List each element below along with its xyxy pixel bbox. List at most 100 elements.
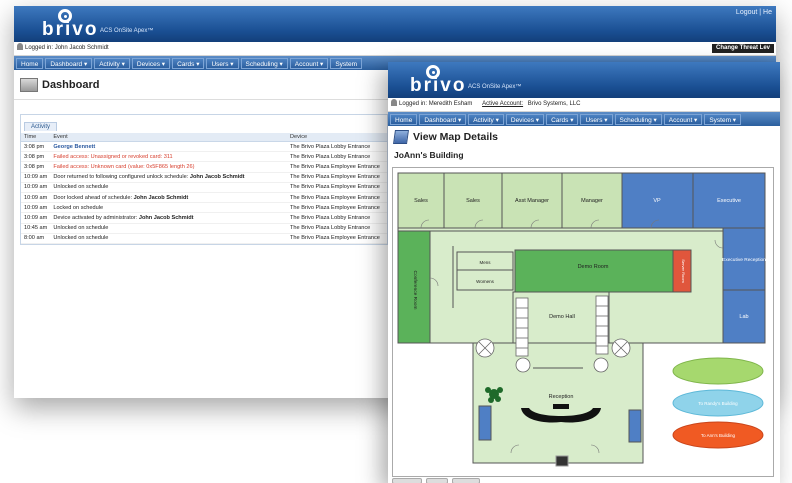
nav-dashboard[interactable]: Dashboard ▾	[419, 113, 467, 125]
table-header-row: Time Event Device	[21, 133, 387, 142]
nav-scheduling[interactable]: Scheduling ▾	[614, 113, 662, 125]
nav-system[interactable]: System	[330, 57, 362, 69]
row-device: The Brivo Plaza Employee Entrance	[287, 202, 387, 214]
table-row[interactable]: 10:45 am Unlocked on schedule The Brivo Pl…	[21, 223, 387, 234]
nav-account[interactable]: Account ▾	[663, 113, 703, 125]
user-icon	[17, 43, 23, 50]
row-event: Failed access: Unassigned or revoked car…	[50, 151, 287, 163]
footer-button-1[interactable]	[392, 478, 422, 483]
header-bar: brivo ACS OnSite Apex™	[388, 62, 780, 98]
nav-activity[interactable]: Activity ▾	[468, 113, 504, 125]
row-event-text: Door locked ahead of schedule:	[53, 194, 134, 201]
table-row[interactable]: 10:09 am Device activated by administrato…	[21, 212, 387, 224]
row-event-text: Unlocked on schedule	[53, 225, 109, 232]
label-mens: Mens	[479, 260, 491, 265]
row-event: Door locked ahead of schedule: John Jaco…	[50, 192, 287, 204]
row-time: 3:08 pm	[21, 161, 51, 173]
label-executive: Executive	[717, 198, 741, 204]
brivo-logo: brivo	[410, 75, 467, 96]
label-asst-manager: Asst Manager	[515, 198, 549, 204]
page-header: View Map Details	[388, 126, 780, 148]
table-row[interactable]: 10:09 am Door locked ahead of schedule: J…	[21, 192, 387, 204]
label-vp: VP	[653, 198, 661, 204]
user-bar: Logged in: John Jacob Schmidt Change Thr…	[14, 42, 776, 56]
activity-table: Time Event Device 3:08 pm George Bennett T…	[21, 133, 387, 244]
active-account-label: Active Account:	[482, 101, 524, 107]
tagline: ACS OnSite Apex™	[468, 84, 522, 90]
nav-scheduling[interactable]: Scheduling ▾	[240, 57, 288, 69]
nav-system[interactable]: System ▾	[704, 113, 742, 125]
activity-panel: Activity Time Event Device 3:08 pm George…	[20, 114, 388, 245]
nav-users[interactable]: Users ▾	[580, 113, 613, 125]
table-row[interactable]: 3:08 pm Failed access: Unknown card (valu…	[21, 161, 387, 173]
nav-home[interactable]: Home	[16, 57, 44, 69]
row-event: Unlocked on schedule	[50, 233, 287, 244]
label-sales-2: Sales	[466, 198, 480, 204]
label-server-room: Server Room	[681, 259, 686, 283]
row-device: The Brivo Plaza Employee Entrance	[287, 233, 387, 244]
label-executive-reception: Executive Reception	[722, 257, 766, 263]
row-time: 10:09 am	[21, 212, 51, 224]
column-header-device: Device	[287, 133, 387, 142]
nav-users[interactable]: Users ▾	[206, 57, 239, 69]
row-device: The Brivo Plaza Employee Entrance	[287, 161, 387, 173]
label-demo-room: Demo Room	[578, 264, 609, 270]
active-account-value[interactable]: Brivo Systems, LLC	[528, 101, 581, 107]
page-title: View Map Details	[413, 131, 499, 143]
label-womens: Womens	[476, 279, 494, 284]
map-footer-buttons	[392, 478, 480, 483]
logged-in-text: Logged in: John Jacob Schmidt	[25, 45, 109, 51]
row-device: The Brivo Plaza Employee Entrance	[287, 192, 387, 204]
nav-dashboard[interactable]: Dashboard ▾	[45, 57, 93, 69]
table-row[interactable]: 10:09 am Unlocked on schedule The Brivo Pl…	[21, 182, 387, 193]
reception-panel-left	[478, 405, 492, 441]
row-time: 10:45 am	[21, 223, 51, 234]
row-device: The Brivo Plaza Lobby Entrance	[287, 223, 387, 234]
row-event: Unlocked on schedule	[50, 223, 287, 234]
nav-devices[interactable]: Devices ▾	[131, 57, 171, 69]
entrance-device-icon[interactable]	[555, 455, 569, 467]
label-reception: Reception	[549, 394, 574, 400]
logout-link[interactable]: Logout | He	[736, 9, 772, 16]
row-event: Device activated by administrator: John …	[50, 212, 287, 224]
reception-counter	[553, 404, 569, 409]
reception-panel-right	[628, 409, 642, 443]
activity-table-body: 3:08 pm George Bennett The Brivo Plaza Lob…	[21, 141, 387, 244]
row-device: The Brivo Plaza Lobby Entrance	[287, 212, 387, 224]
footer-button-3[interactable]	[452, 478, 480, 483]
tab-activity[interactable]: Activity	[24, 122, 58, 131]
table-row[interactable]: 8:00 am Unlocked on schedule The Brivo Pla…	[21, 233, 387, 244]
label-sales-1: Sales	[414, 198, 428, 204]
footer-button-2[interactable]	[426, 478, 448, 483]
row-event-text: Unlocked on schedule	[53, 184, 109, 191]
table-row[interactable]: 10:09 am Locked on schedule The Brivo Plaz…	[21, 202, 387, 214]
row-device: The Brivo Plaza Employee Entrance	[287, 172, 387, 183]
nav-home[interactable]: Home	[390, 113, 418, 125]
table-row[interactable]: 3:08 pm George Bennett The Brivo Plaza Lob…	[21, 141, 387, 153]
row-event: Unlocked on schedule	[50, 182, 287, 193]
row-event-text: Device activated by administrator:	[53, 214, 139, 221]
row-event: Door returned to following configured un…	[50, 172, 287, 183]
row-event-text: George Bennett	[53, 143, 96, 150]
table-row[interactable]: 10:09 am Door returned to following confi…	[21, 172, 387, 183]
screenshot-stage: brivo ACS OnSite Apex™ Logout | He Logge…	[0, 0, 792, 483]
column-header-event: Event	[50, 133, 287, 142]
table-row[interactable]: 3:08 pm Failed access: Unassigned or revo…	[21, 151, 387, 163]
nav-account[interactable]: Account ▾	[289, 57, 329, 69]
change-threat-level-button[interactable]: Change Threat Lev	[711, 44, 774, 53]
map-link-label-3: To Ann's Building	[701, 433, 736, 438]
nav-cards[interactable]: Cards ▾	[546, 113, 579, 125]
row-time: 10:09 am	[21, 192, 51, 204]
row-time: 8:00 am	[21, 233, 51, 244]
nav-activity[interactable]: Activity ▾	[94, 57, 130, 69]
map-link-button-1[interactable]	[672, 357, 764, 385]
row-event: Locked on schedule	[50, 202, 287, 214]
user-bar: Logged in: Meredith Esham Active Account…	[388, 98, 780, 112]
nav-cards[interactable]: Cards ▾	[172, 57, 205, 69]
row-time: 10:09 am	[21, 182, 51, 193]
room-demo-room[interactable]	[514, 249, 674, 293]
label-manager: Manager	[581, 198, 603, 204]
row-event-text: Door returned to following configured un…	[53, 174, 190, 181]
user-icon	[391, 99, 397, 106]
nav-devices[interactable]: Devices ▾	[505, 113, 545, 125]
